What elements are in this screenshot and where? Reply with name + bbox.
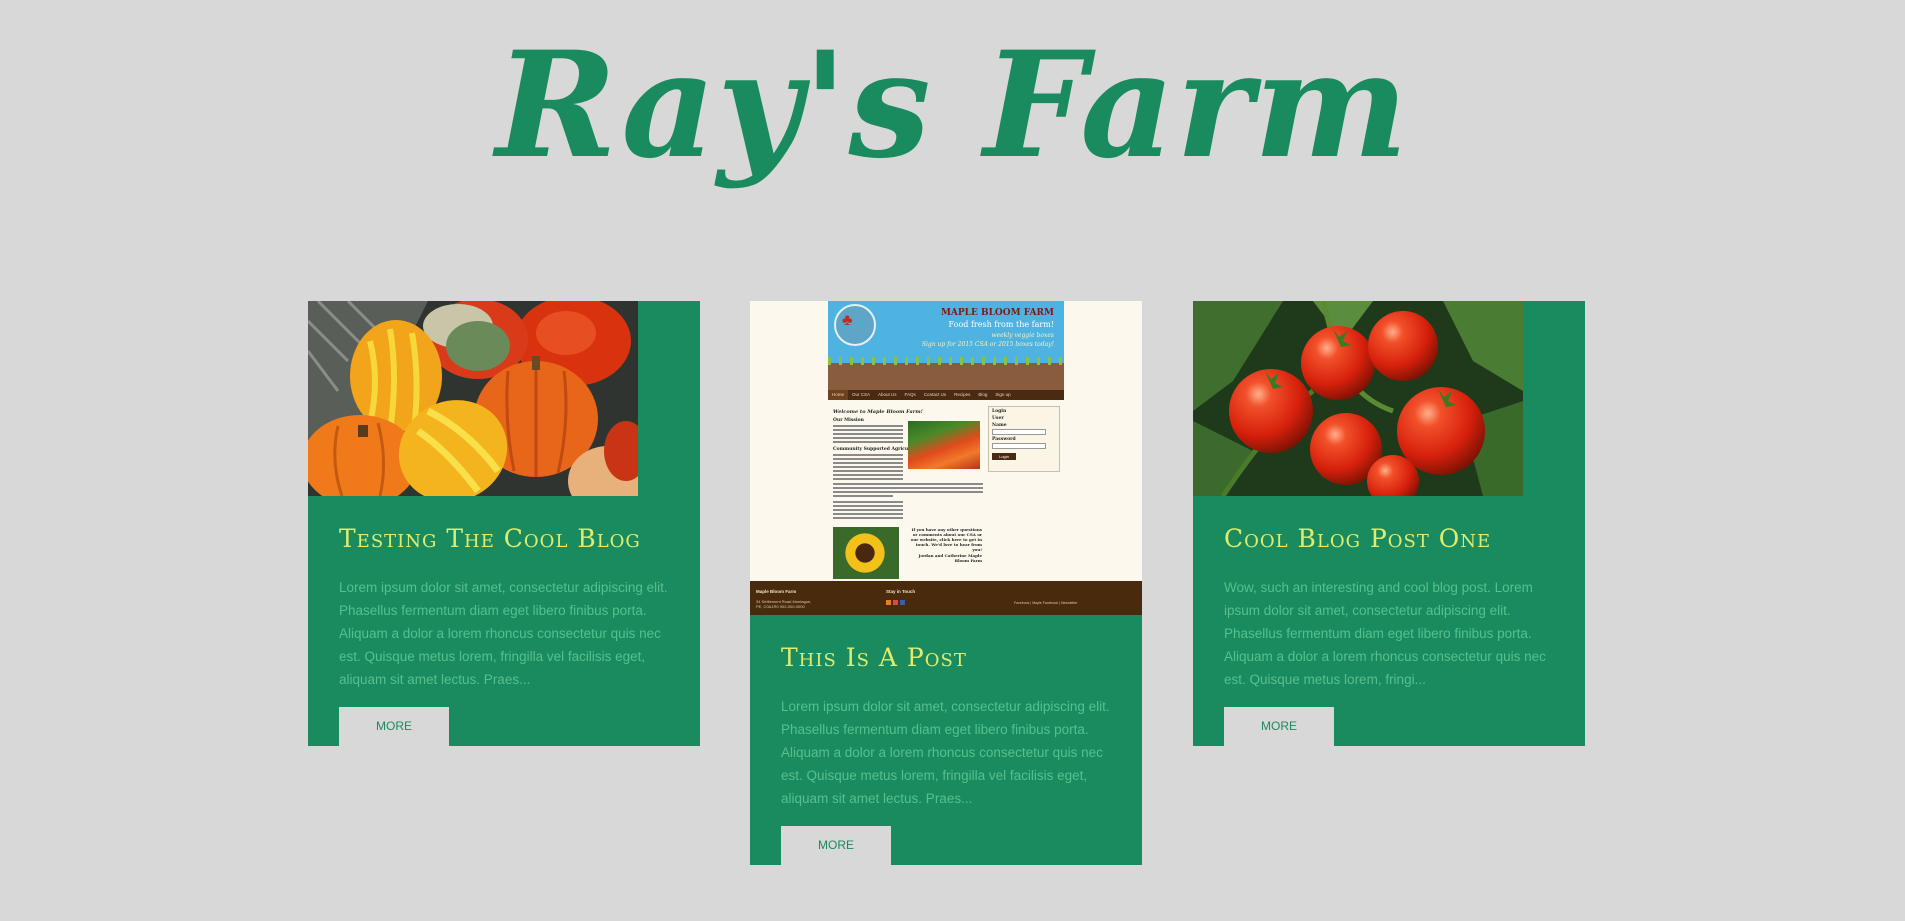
screenshot-text-block (833, 483, 983, 499)
pumpkins-photo (308, 301, 638, 496)
screenshot-tagline: Food fresh from the farm! (948, 320, 1054, 329)
screenshot-name-input (992, 429, 1046, 435)
rss-icon (886, 600, 891, 605)
blog-post-card: Testing The Cool Blog Lorem ipsum dolor … (308, 301, 700, 746)
screenshot-list (833, 501, 903, 521)
screenshot-vegetables-photo (908, 421, 980, 469)
screenshot-footer-address: 34 Settlement Road Montague, PE, C0A1R0 … (756, 599, 812, 609)
more-button[interactable]: MORE (339, 707, 449, 746)
maple-leaf-icon: ♣ (842, 312, 853, 329)
screenshot-nav-item: Sign up (995, 392, 1011, 397)
email-icon (893, 600, 898, 605)
tomatoes-illustration (1193, 301, 1523, 496)
screenshot-user-label: User (992, 416, 1004, 421)
screenshot-footer-name: Maple Bloom Farm (756, 589, 797, 594)
post-image-tomatoes[interactable] (1193, 301, 1585, 496)
screenshot-welcome: Welcome to Maple Bloom Farm! (833, 409, 923, 415)
post-title[interactable]: This Is A Post (781, 615, 1111, 695)
screenshot-signoff: Jordan and Catherine Maple Bloom Farm (918, 553, 982, 563)
screenshot-footer-touch: Stay in Touch (886, 589, 916, 594)
post-excerpt: Lorem ipsum dolor sit amet, consectetur … (781, 699, 1110, 806)
screenshot-footer-links: Facebook | Maple Facebook | Newsletter (1014, 601, 1078, 605)
blog-post-card: Cool Blog Post One Wow, such an interest… (1193, 301, 1585, 746)
screenshot-sunflower-photo (833, 527, 899, 579)
pumpkins-illustration (308, 301, 638, 496)
screenshot-nav-item: Our CSA (852, 392, 871, 397)
screenshot-login-button: Login (992, 453, 1016, 460)
screenshot-brand: MAPLE BLOOM FARM (940, 308, 1054, 318)
screenshot-text-block (833, 425, 903, 445)
post-title[interactable]: Cool Blog Post One (1224, 496, 1554, 576)
post-excerpt: Lorem ipsum dolor sit amet, consectetur … (339, 580, 668, 687)
post-image-pumpkins[interactable] (308, 301, 700, 496)
post-excerpt: Wow, such an interesting and cool blog p… (1224, 580, 1546, 687)
screenshot-question: If you have any other questions or comme… (910, 527, 982, 552)
site-title: Ray's Farm (495, 20, 1410, 191)
more-button[interactable]: MORE (781, 826, 891, 865)
post-title[interactable]: Testing The Cool Blog (339, 496, 669, 576)
screenshot-nav-item: FAQs (904, 392, 916, 397)
screenshot-nav-item: Home (828, 390, 849, 400)
screenshot-nav-item: Recipes (954, 392, 971, 397)
farm-badge-logo (834, 304, 876, 346)
screenshot-login-box: Login User Name Password Login (988, 406, 1060, 472)
post-image-website[interactable]: ♣ MAPLE BLOOM FARM Food fresh from the f… (750, 301, 1142, 615)
screenshot-login-title: Login (992, 409, 1007, 414)
screenshot-footer: Maple Bloom Farm 34 Settlement Road Mont… (750, 581, 1142, 615)
screenshot-signup-text: Sign up for 2015 CSA or 2015 boxes today… (921, 341, 1054, 348)
screenshot-nav-item: Contact Us (923, 392, 947, 397)
screenshot-ground-banner (828, 357, 1064, 390)
screenshot-text-block (833, 454, 903, 482)
website-screenshot: ♣ MAPLE BLOOM FARM Food fresh from the f… (750, 301, 1142, 615)
screenshot-nav-item: Blog (978, 392, 988, 397)
facebook-icon (900, 600, 905, 605)
screenshot-subtitle: weekly veggie boxes (991, 332, 1054, 339)
screenshot-nav-item: About Us (878, 392, 897, 397)
more-button[interactable]: MORE (1224, 707, 1334, 746)
tomatoes-photo (1193, 301, 1523, 496)
screenshot-password-input (992, 443, 1046, 449)
screenshot-nav: Home Our CSA About Us FAQs Contact Us Re… (828, 390, 1064, 400)
screenshot-password-label: Password (992, 437, 1016, 442)
blog-post-card: ♣ MAPLE BLOOM FARM Food fresh from the f… (750, 301, 1142, 865)
screenshot-name-label: Name (992, 423, 1007, 428)
screenshot-mission-heading: Our Mission (833, 418, 864, 423)
